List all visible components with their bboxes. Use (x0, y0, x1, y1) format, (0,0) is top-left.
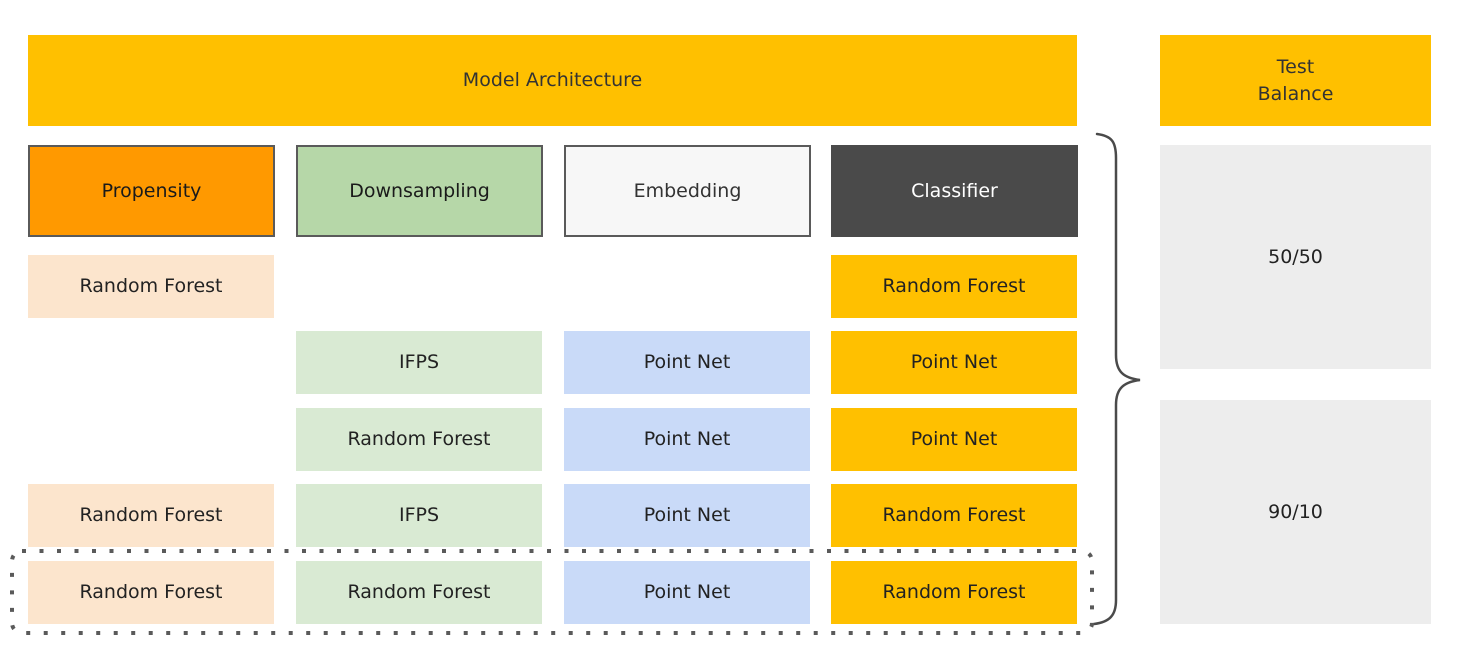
cell-label: Random Forest (882, 581, 1026, 603)
cell-classifier: Point Net (831, 331, 1077, 394)
cell-label: Point Net (643, 428, 731, 450)
cell-label: Random Forest (79, 581, 223, 603)
column-header-label: Propensity (101, 179, 202, 202)
cell-embedding: Point Net (564, 331, 810, 394)
cell-embedding: Point Net (564, 561, 810, 624)
cell-label: IFPS (398, 504, 440, 526)
cell-label: Point Net (643, 351, 731, 373)
column-header-propensity: Propensity (28, 145, 275, 237)
cell-classifier: Random Forest (831, 255, 1077, 318)
cell-label: Point Net (910, 428, 998, 450)
cell-downsampling: IFPS (296, 484, 542, 547)
cell-label: Point Net (910, 351, 998, 373)
test-balance-label: Test Balance (1257, 55, 1334, 105)
column-header-classifier: Classifier (831, 145, 1078, 237)
cell-label: Point Net (643, 504, 731, 526)
cell-classifier: Random Forest (831, 561, 1077, 624)
column-header-embedding: Embedding (564, 145, 811, 237)
curly-brace-icon (1092, 132, 1141, 626)
column-header-downsampling: Downsampling (296, 145, 543, 237)
cell-classifier: Point Net (831, 408, 1077, 471)
cell-classifier: Random Forest (831, 484, 1077, 547)
cell-label: Point Net (643, 581, 731, 603)
column-header-label: Downsampling (349, 179, 490, 202)
test-balance-value: 90/10 (1268, 501, 1323, 523)
cell-label: Random Forest (79, 504, 223, 526)
test-balance-90-10: 90/10 (1160, 400, 1431, 624)
model-architecture-label: Model Architecture (462, 69, 643, 91)
cell-embedding: Point Net (564, 484, 810, 547)
test-balance-50-50: 50/50 (1160, 145, 1431, 369)
cell-label: Random Forest (347, 581, 491, 603)
test-balance-value: 50/50 (1268, 246, 1323, 268)
cell-downsampling: IFPS (296, 331, 542, 394)
cell-embedding: Point Net (564, 408, 810, 471)
cell-label: Random Forest (347, 428, 491, 450)
cell-downsampling: Random Forest (296, 561, 542, 624)
cell-propensity: Random Forest (28, 561, 274, 624)
cell-downsampling: Random Forest (296, 408, 542, 471)
test-balance-header: Test Balance (1160, 35, 1431, 126)
cell-propensity: Random Forest (28, 484, 274, 547)
column-header-label: Embedding (633, 179, 742, 202)
cell-label: Random Forest (882, 275, 1026, 297)
column-header-label: Classifier (911, 179, 998, 202)
model-architecture-header: Model Architecture (28, 35, 1077, 126)
cell-propensity: Random Forest (28, 255, 274, 318)
cell-label: Random Forest (882, 504, 1026, 526)
cell-label: IFPS (398, 351, 440, 373)
cell-label: Random Forest (79, 275, 223, 297)
